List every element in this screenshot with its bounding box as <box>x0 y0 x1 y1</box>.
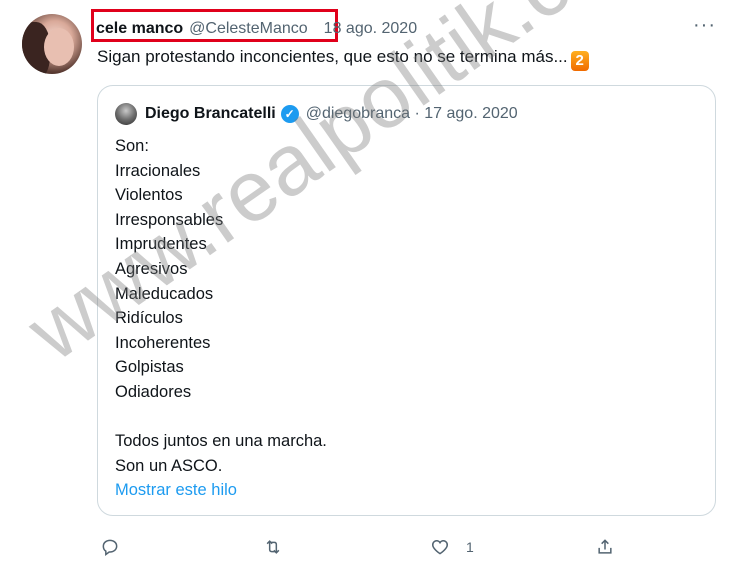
quoted-line: Todos juntos en una marcha. <box>115 432 327 451</box>
quoted-line: Maleducados <box>115 284 214 303</box>
tweet-text: Sigan protestando inconcientes, que esto… <box>97 47 589 71</box>
like-count: 1 <box>466 539 474 555</box>
verified-badge-icon: ✓ <box>280 105 299 123</box>
quoted-tweet-header: Diego Brancatelli ✓ @diegobranca · 17 ag… <box>115 103 518 125</box>
quoted-line: Golpistas <box>115 358 184 377</box>
quoted-line: Imprudentes <box>115 235 207 254</box>
quoted-tweet-text: Son: Irracionales Violentos Irresponsabl… <box>115 134 327 503</box>
share-icon <box>598 539 612 554</box>
quoted-line <box>115 405 327 430</box>
quoted-line: Odiadores <box>115 382 192 401</box>
author-handle[interactable]: @CelesteManco <box>189 20 308 38</box>
reply-icon <box>102 539 118 556</box>
quoted-line: Agresivos <box>115 259 188 278</box>
heart-icon <box>431 539 449 555</box>
like-button[interactable]: 1 <box>430 532 474 562</box>
tweet-actions: 1 <box>0 532 730 562</box>
tweet-header: cele manco @CelesteManco 18 ago. 2020 <box>96 17 417 41</box>
retweet-icon <box>266 540 280 554</box>
share-button[interactable] <box>595 532 615 562</box>
retweet-button[interactable] <box>263 532 283 562</box>
quoted-author-handle: @diegobranca · 17 ago. 2020 <box>305 105 518 122</box>
quoted-author-name: Diego Brancatelli <box>145 105 276 122</box>
more-options-icon[interactable]: ··· <box>693 14 716 37</box>
quoted-line: Son un ASCO. <box>115 456 223 475</box>
quoted-tweet[interactable]: Diego Brancatelli ✓ @diegobranca · 17 ag… <box>97 85 716 516</box>
quoted-line: Violentos <box>115 186 183 205</box>
quoted-line: Irresponsables <box>115 210 224 229</box>
quoted-line: Incoherentes <box>115 333 211 352</box>
author-name[interactable]: cele manco <box>96 20 183 38</box>
quoted-line: Ridículos <box>115 309 183 328</box>
emoji-keycap-two-icon: 2 <box>570 51 589 71</box>
author-avatar[interactable] <box>22 14 82 74</box>
tweet-date[interactable]: 18 ago. 2020 <box>324 20 417 38</box>
reply-button[interactable] <box>100 532 120 562</box>
show-thread-link[interactable]: Mostrar este hilo <box>115 478 327 503</box>
tweet-text-body: Sigan protestando inconcientes, que esto… <box>97 47 568 66</box>
quoted-author-avatar <box>115 103 137 125</box>
quoted-line: Son: <box>115 137 149 155</box>
quoted-line: Irracionales <box>115 161 201 180</box>
